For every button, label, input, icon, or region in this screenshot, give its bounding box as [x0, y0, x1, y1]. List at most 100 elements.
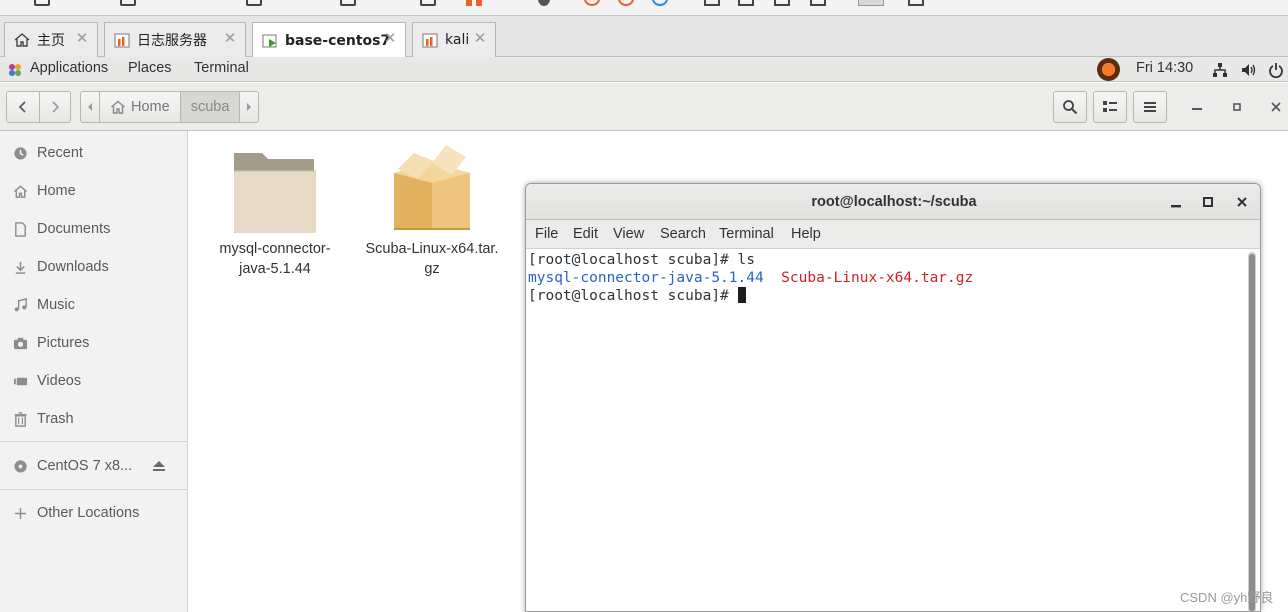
toolbar-icon[interactable] [420, 0, 436, 6]
terminal-line: mysql-connector-java-5.1.44 Scuba-Linux-… [528, 269, 1260, 287]
chevron-right-icon [52, 101, 60, 113]
close-icon[interactable]: ✕ [75, 31, 89, 46]
terminal-scrollbar[interactable] [1248, 252, 1256, 611]
view-icon[interactable] [774, 0, 790, 6]
home-icon [14, 33, 30, 47]
scrollbar-thumb[interactable] [1249, 254, 1255, 611]
vm-running-icon [262, 34, 277, 47]
tab-label: kali [445, 32, 470, 48]
triangle-left-icon [88, 103, 92, 111]
minimize-icon[interactable] [1170, 203, 1182, 209]
sidebar-item-trash[interactable]: Trash [0, 404, 188, 434]
sidebar: Recent Home Documents Downloads Music Pi… [0, 131, 188, 612]
power-icon[interactable] [1268, 62, 1284, 78]
trash-icon [12, 411, 28, 427]
console-view-icon[interactable] [858, 0, 884, 6]
home-icon [111, 100, 125, 114]
places-menu[interactable]: Places [128, 60, 172, 76]
tab-log-server[interactable]: 日志服务器 ✕ [104, 22, 246, 57]
music-icon [12, 297, 28, 313]
path-scroll-left[interactable] [80, 91, 100, 123]
eject-icon[interactable] [152, 460, 166, 472]
fullscreen-icon[interactable] [908, 0, 924, 6]
path-segment-home[interactable]: Home [99, 91, 181, 123]
sidebar-item-recent[interactable]: Recent [0, 138, 188, 168]
maximize-icon[interactable] [1232, 102, 1242, 112]
terminal-title: root@localhost:~/scuba [811, 194, 977, 210]
forward-button[interactable] [39, 91, 71, 123]
plus-icon [12, 505, 28, 521]
path-segment-scuba[interactable]: scuba [179, 91, 241, 123]
menu-view[interactable]: View [613, 226, 644, 242]
sidebar-item-documents[interactable]: Documents [0, 214, 188, 244]
send-keys-icon[interactable] [538, 0, 550, 6]
sidebar-item-other-locations[interactable]: Other Locations [0, 498, 188, 528]
download-icon [12, 259, 28, 275]
toolbar-icon[interactable] [246, 0, 262, 6]
view-icon[interactable] [704, 0, 720, 6]
volume-icon[interactable] [1240, 62, 1256, 78]
sidebar-item-pictures[interactable]: Pictures [0, 328, 188, 358]
vm-icon [422, 33, 438, 48]
close-icon[interactable] [1270, 101, 1282, 113]
sidebar-item-music[interactable]: Music [0, 290, 188, 320]
menu-help[interactable]: Help [791, 226, 821, 242]
menu-button[interactable] [1133, 91, 1167, 123]
applications-menu[interactable]: Applications [30, 60, 108, 76]
terminal-line: [root@localhost scuba]# ls [528, 252, 755, 268]
user-avatar-icon[interactable] [1097, 58, 1120, 81]
sidebar-divider [0, 489, 188, 490]
sidebar-item-downloads[interactable]: Downloads [0, 252, 188, 282]
toolbar-icon[interactable] [340, 0, 356, 6]
sidebar-item-label: Trash [37, 411, 74, 427]
view-options-button[interactable] [1093, 91, 1127, 123]
tab-base-centos7[interactable]: base-centos7 ✕ [252, 22, 406, 58]
revert-icon[interactable] [618, 0, 634, 6]
terminal-line: [root@localhost scuba]# [528, 287, 1260, 305]
clock[interactable]: Fri 14:30 [1136, 60, 1193, 76]
menu-search[interactable]: Search [660, 226, 706, 242]
toolbar-icon[interactable] [120, 0, 136, 6]
folder-icon [234, 153, 316, 233]
search-button[interactable] [1053, 91, 1087, 123]
toolbar-icon[interactable] [34, 0, 50, 6]
tab-home[interactable]: 主页 ✕ [4, 22, 98, 57]
network-icon[interactable] [1212, 62, 1228, 78]
back-button[interactable] [6, 91, 40, 123]
menu-edit[interactable]: Edit [573, 226, 598, 242]
path-segment-label: scuba [190, 99, 230, 115]
tab-label: base-centos7 [285, 32, 391, 49]
maximize-icon[interactable] [1202, 196, 1214, 208]
manage-snapshot-icon[interactable] [652, 0, 668, 6]
sidebar-item-home[interactable]: Home [0, 176, 188, 206]
view-icon[interactable] [738, 0, 754, 6]
close-icon[interactable]: ✕ [223, 31, 237, 46]
terminal-titlebar[interactable]: root@localhost:~/scuba [526, 184, 1260, 220]
sidebar-item-videos[interactable]: Videos [0, 366, 188, 396]
search-icon [1063, 100, 1078, 115]
close-icon[interactable] [1236, 196, 1248, 208]
menu-terminal[interactable]: Terminal [719, 226, 774, 242]
prompt-text: [root@localhost scuba]# [528, 288, 738, 304]
terminal-menu[interactable]: Terminal [194, 60, 249, 76]
path-scroll-right[interactable] [239, 91, 260, 123]
view-icon[interactable] [810, 0, 826, 6]
close-icon[interactable]: ✕ [473, 31, 487, 46]
sidebar-item-label: Music [37, 297, 75, 313]
close-icon[interactable]: ✕ [383, 31, 397, 46]
sidebar-item-label: CentOS 7 x8... [37, 458, 133, 474]
triangle-right-icon [247, 103, 252, 111]
file-item-folder[interactable]: mysql-connector- java-5.1.44 [205, 149, 345, 279]
applications-icon [7, 62, 23, 78]
path-segment-label: Home [131, 99, 170, 115]
terminal-output[interactable]: [root@localhost scuba]# ls mysql-connect… [526, 249, 1260, 611]
watermark: CSDN @yh野良 [1180, 590, 1274, 605]
snapshot-icon[interactable] [584, 0, 600, 6]
terminal-menubar: File Edit View Search Terminal Help [526, 220, 1260, 249]
file-item-archive[interactable]: Scuba-Linux-x64.tar. gz [362, 143, 502, 279]
pause-icon[interactable] [476, 0, 482, 6]
pause-icon[interactable] [466, 0, 472, 6]
minimize-icon[interactable] [1191, 105, 1203, 111]
tab-kali[interactable]: kali ✕ [412, 22, 496, 57]
menu-file[interactable]: File [535, 226, 558, 242]
